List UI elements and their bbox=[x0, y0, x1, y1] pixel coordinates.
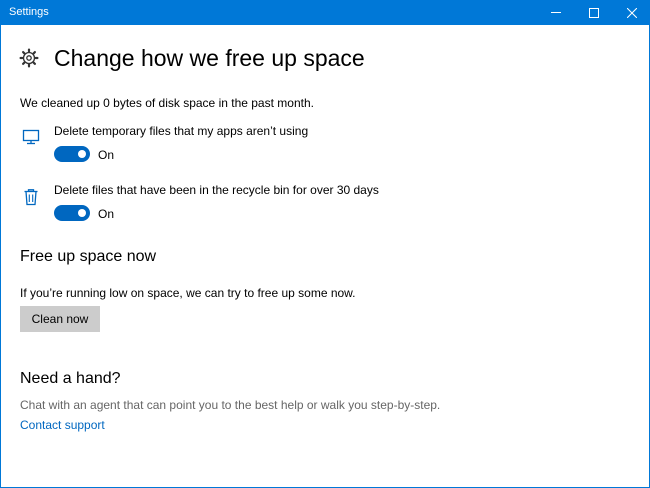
cleanup-summary: We cleaned up 0 bytes of disk space in t… bbox=[20, 96, 314, 110]
toggle-knob bbox=[78, 209, 86, 217]
recycle-bin-toggle-state: On bbox=[98, 207, 115, 221]
contact-support-link[interactable]: Contact support bbox=[20, 418, 105, 432]
help-heading: Need a hand? bbox=[20, 370, 121, 387]
free-up-description: If you’re running low on space, we can t… bbox=[20, 286, 356, 300]
maximize-icon bbox=[589, 7, 599, 18]
temp-files-toggle-state: On bbox=[98, 148, 115, 162]
free-up-heading: Free up space now bbox=[20, 248, 157, 265]
recycle-bin-toggle[interactable] bbox=[54, 205, 90, 221]
toggle-knob bbox=[78, 150, 86, 158]
close-button[interactable] bbox=[613, 0, 649, 25]
minimize-icon bbox=[551, 12, 561, 13]
temp-files-label: Delete temporary files that my apps aren… bbox=[54, 124, 309, 138]
help-description: Chat with an agent that can point you to… bbox=[20, 398, 441, 412]
temp-files-toggle[interactable] bbox=[54, 146, 90, 162]
clean-now-button[interactable]: Clean now bbox=[20, 306, 100, 332]
title-bar[interactable]: Settings bbox=[1, 0, 649, 25]
page-title: Change how we free up space bbox=[54, 45, 365, 71]
window-title: Settings bbox=[9, 6, 49, 18]
settings-window: Settings Change how we free up space We … bbox=[0, 0, 650, 488]
recycle-bin-icon bbox=[24, 189, 38, 206]
maximize-button[interactable] bbox=[575, 0, 613, 25]
gear-icon bbox=[19, 48, 39, 68]
monitor-icon bbox=[22, 129, 40, 145]
recycle-bin-label: Delete files that have been in the recyc… bbox=[54, 183, 379, 197]
close-icon bbox=[627, 7, 637, 18]
minimize-button[interactable] bbox=[537, 0, 575, 25]
